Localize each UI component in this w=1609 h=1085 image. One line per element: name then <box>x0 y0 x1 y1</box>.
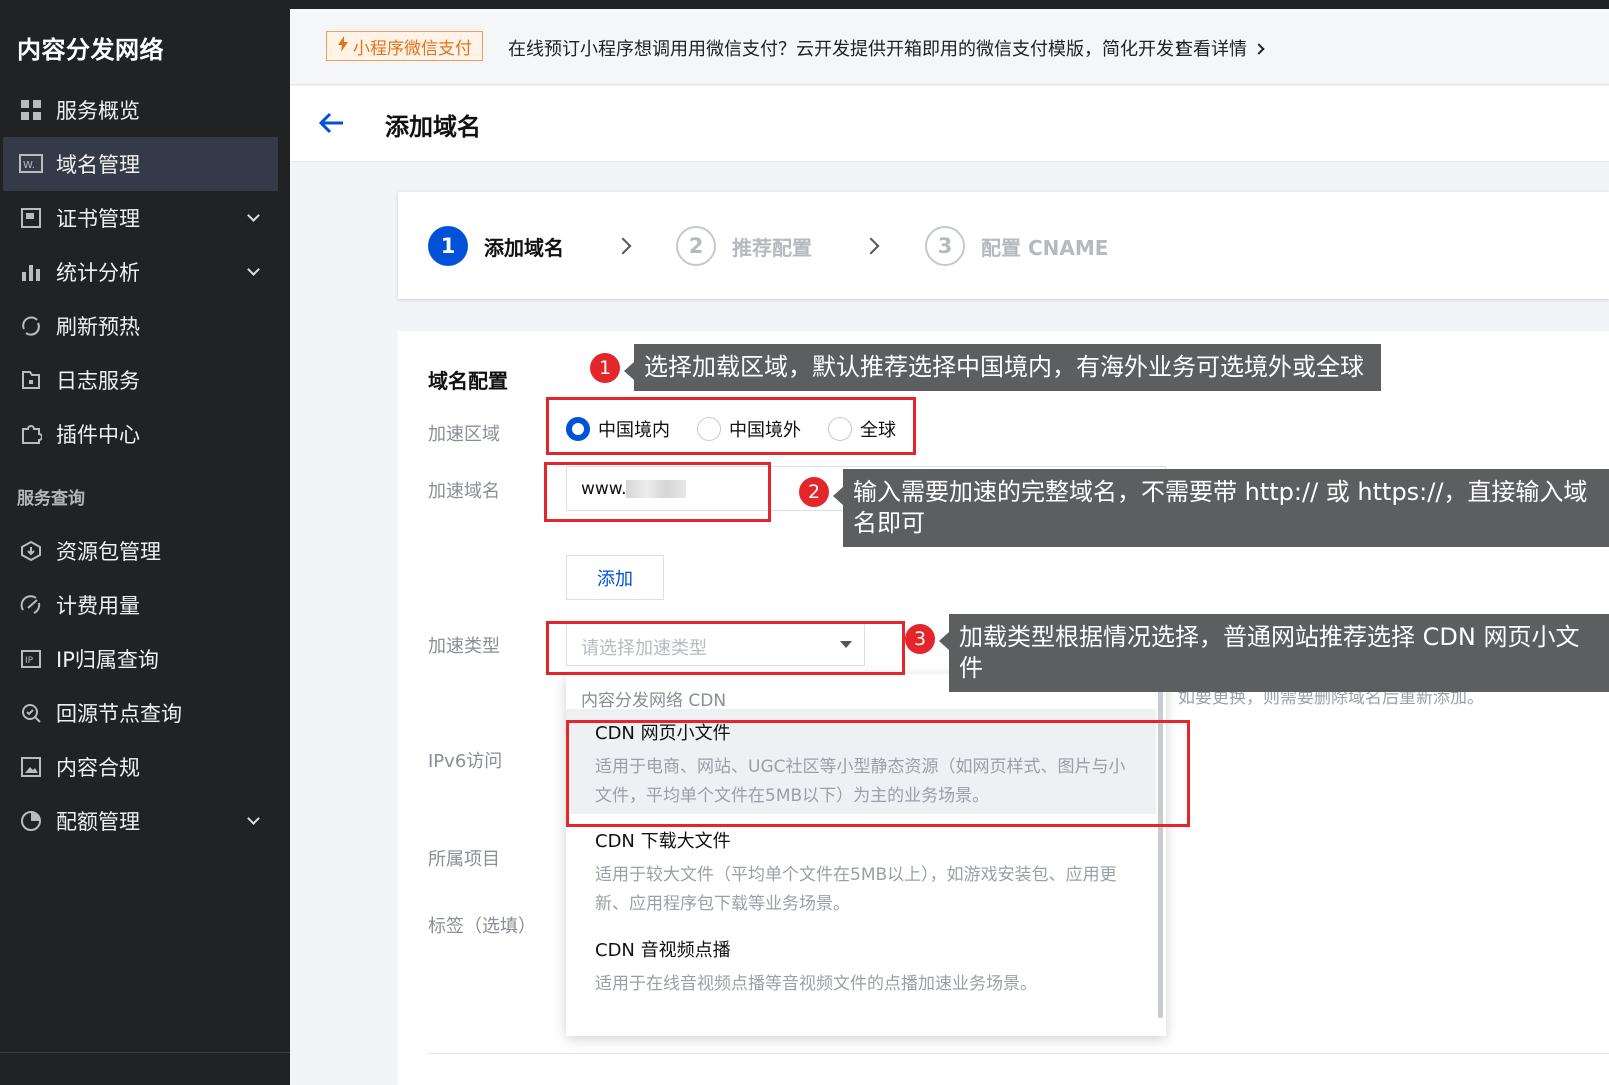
option-description: 适用于在线音视频点播等音视频文件的点播加速业务场景。 <box>595 974 1037 994</box>
step-3: 3 配置 CNAME <box>925 226 1108 266</box>
ip-icon: IP <box>19 647 43 671</box>
package-icon <box>19 539 43 563</box>
back-arrow-icon[interactable] <box>318 110 348 136</box>
add-domain-button[interactable]: 添加 <box>566 555 664 600</box>
annotation-marker-2: 2 <box>799 477 829 507</box>
sidebar-item-ip-lookup[interactable]: IP IP归属查询 <box>3 632 278 686</box>
sidebar-item-certificate[interactable]: 证书管理 <box>3 191 278 245</box>
bar-chart-icon <box>19 260 43 284</box>
log-icon <box>19 368 43 392</box>
sidebar-item-label: 资源包管理 <box>56 540 161 564</box>
option-title: CDN 音视频点播 <box>595 940 731 961</box>
chevron-down-icon <box>247 209 260 222</box>
sidebar-item-label: 插件中心 <box>56 423 140 447</box>
type-label: 加速类型 <box>428 636 500 657</box>
step-2: 2 推荐配置 <box>676 226 812 266</box>
sidebar-item-refresh[interactable]: 刷新预热 <box>3 299 278 353</box>
project-label: 所属项目 <box>428 849 500 870</box>
sidebar-item-label: 配额管理 <box>56 810 140 834</box>
sidebar-item-statistics[interactable]: 统计分析 <box>3 245 278 299</box>
step-number: 3 <box>925 226 965 266</box>
svg-text:IP: IP <box>25 656 34 666</box>
certificate-icon <box>19 206 43 230</box>
annotation-box-type <box>546 621 905 675</box>
image-icon <box>19 755 43 779</box>
step-number: 1 <box>428 226 468 266</box>
domain-icon: W. <box>19 152 43 176</box>
sidebar-item-label: 日志服务 <box>56 369 140 393</box>
sidebar-divider <box>0 1052 290 1053</box>
notice-link-label: 查看详情 <box>1175 39 1247 60</box>
step-number: 2 <box>676 226 716 266</box>
notice-badge-label: 小程序微信支付 <box>353 38 472 59</box>
dashboard-icon <box>19 98 43 122</box>
chevron-down-icon <box>247 812 260 825</box>
sidebar-item-logs[interactable]: 日志服务 <box>3 353 278 407</box>
option-description: 适用于较大文件（平均单个文件在5MB以上），如游戏安装包、应用更新、应用程序包下… <box>595 865 1117 914</box>
notice-text: 在线预订小程序想调用用微信支付？云开发提供开箱即用的微信支付模版，简化开发！ <box>508 39 1192 60</box>
sidebar-item-label: 域名管理 <box>56 153 140 177</box>
sidebar-item-domain[interactable]: W. 域名管理 <box>3 137 278 191</box>
option-cdn-large-files[interactable]: CDN 下载大文件 适用于较大文件（平均单个文件在5MB以上），如游戏安装包、应… <box>566 817 1156 922</box>
region-label: 加速区域 <box>428 424 500 445</box>
step-label: 添加域名 <box>484 235 564 260</box>
annotation-box-region <box>546 397 916 455</box>
tags-label: 标签（选填） <box>428 916 536 937</box>
sidebar-item-label: 证书管理 <box>56 207 140 231</box>
sidebar-item-quota[interactable]: 配额管理 <box>3 794 278 848</box>
sidebar-item-label: 内容合规 <box>56 756 140 780</box>
billing-icon <box>19 593 43 617</box>
sidebar-item-billing[interactable]: 计费用量 <box>3 578 278 632</box>
notice-bar: 小程序微信支付 在线预订小程序想调用用微信支付？云开发提供开箱即用的微信支付模版… <box>290 9 1609 85</box>
annotation-marker-1: 1 <box>590 353 620 383</box>
option-cdn-vod[interactable]: CDN 音视频点播 适用于在线音视频点播等音视频文件的点播加速业务场景。 <box>566 926 1156 1006</box>
lightning-icon <box>337 35 349 57</box>
divider <box>428 1053 1609 1054</box>
chevron-down-icon <box>247 263 260 276</box>
sidebar-item-label: 回源节点查询 <box>56 702 182 726</box>
top-bar <box>290 0 1609 9</box>
sidebar-item-label: 刷新预热 <box>56 315 140 339</box>
annotation-box-domain <box>544 462 771 522</box>
sidebar-item-overview[interactable]: 服务概览 <box>3 83 278 137</box>
sidebar-item-label: IP归属查询 <box>56 648 159 672</box>
svg-text:W.: W. <box>23 160 35 171</box>
annotation-marker-3: 3 <box>905 624 935 654</box>
sidebar-item-label: 计费用量 <box>56 594 140 618</box>
ipv6-label: IPv6访问 <box>428 751 503 772</box>
step-1: 1 添加域名 <box>428 226 564 266</box>
section-title: 域名配置 <box>428 369 508 393</box>
annotation-box-option <box>566 720 1190 827</box>
option-title: CDN 下载大文件 <box>595 831 731 852</box>
sidebar-item-plugins[interactable]: 插件中心 <box>3 407 278 461</box>
steps-card: 1 添加域名 2 推荐配置 3 配置 CNAME <box>398 192 1609 299</box>
sidebar-item-packages[interactable]: 资源包管理 <box>3 524 278 578</box>
sidebar-item-label: 服务概览 <box>56 99 140 123</box>
chevron-right-icon <box>1253 43 1265 55</box>
refresh-icon <box>19 314 43 338</box>
notice-details-link[interactable]: 查看详情 <box>1175 35 1265 61</box>
sidebar-item-origin-node[interactable]: 回源节点查询 <box>3 686 278 740</box>
sidebar-section-label: 服务查询 <box>17 489 85 509</box>
page-title: 添加域名 <box>385 113 481 141</box>
annotation-callout-2: 输入需要加速的完整域名，不需要带 http:// 或 https://，直接输入… <box>833 469 1609 547</box>
chevron-right-icon <box>614 237 632 255</box>
dropdown-group-label: 内容分发网络 CDN <box>581 691 727 711</box>
annotation-callout-1: 选择加载区域，默认推荐选择中国境内，有海外业务可选境外或全球 <box>624 344 1381 391</box>
page-header: 添加域名 <box>290 86 1609 162</box>
step-label: 推荐配置 <box>732 235 812 260</box>
sidebar-item-label: 统计分析 <box>56 261 140 285</box>
notice-badge[interactable]: 小程序微信支付 <box>326 31 483 61</box>
sidebar-item-compliance[interactable]: 内容合规 <box>3 740 278 794</box>
domain-label: 加速域名 <box>428 481 500 502</box>
search-node-icon <box>19 701 43 725</box>
brand-title: 内容分发网络 <box>17 36 164 64</box>
chevron-right-icon <box>862 237 880 255</box>
step-label: 配置 CNAME <box>981 235 1109 260</box>
annotation-callout-3: 加载类型根据情况选择，普通网站推荐选择 CDN 网页小文件 <box>939 614 1609 692</box>
sidebar: 内容分发网络 服务概览 W. 域名管理 证书管理 统计分析 刷新预热 日志服务 … <box>0 0 290 1085</box>
quota-icon <box>19 809 43 833</box>
plugin-icon <box>19 422 43 446</box>
